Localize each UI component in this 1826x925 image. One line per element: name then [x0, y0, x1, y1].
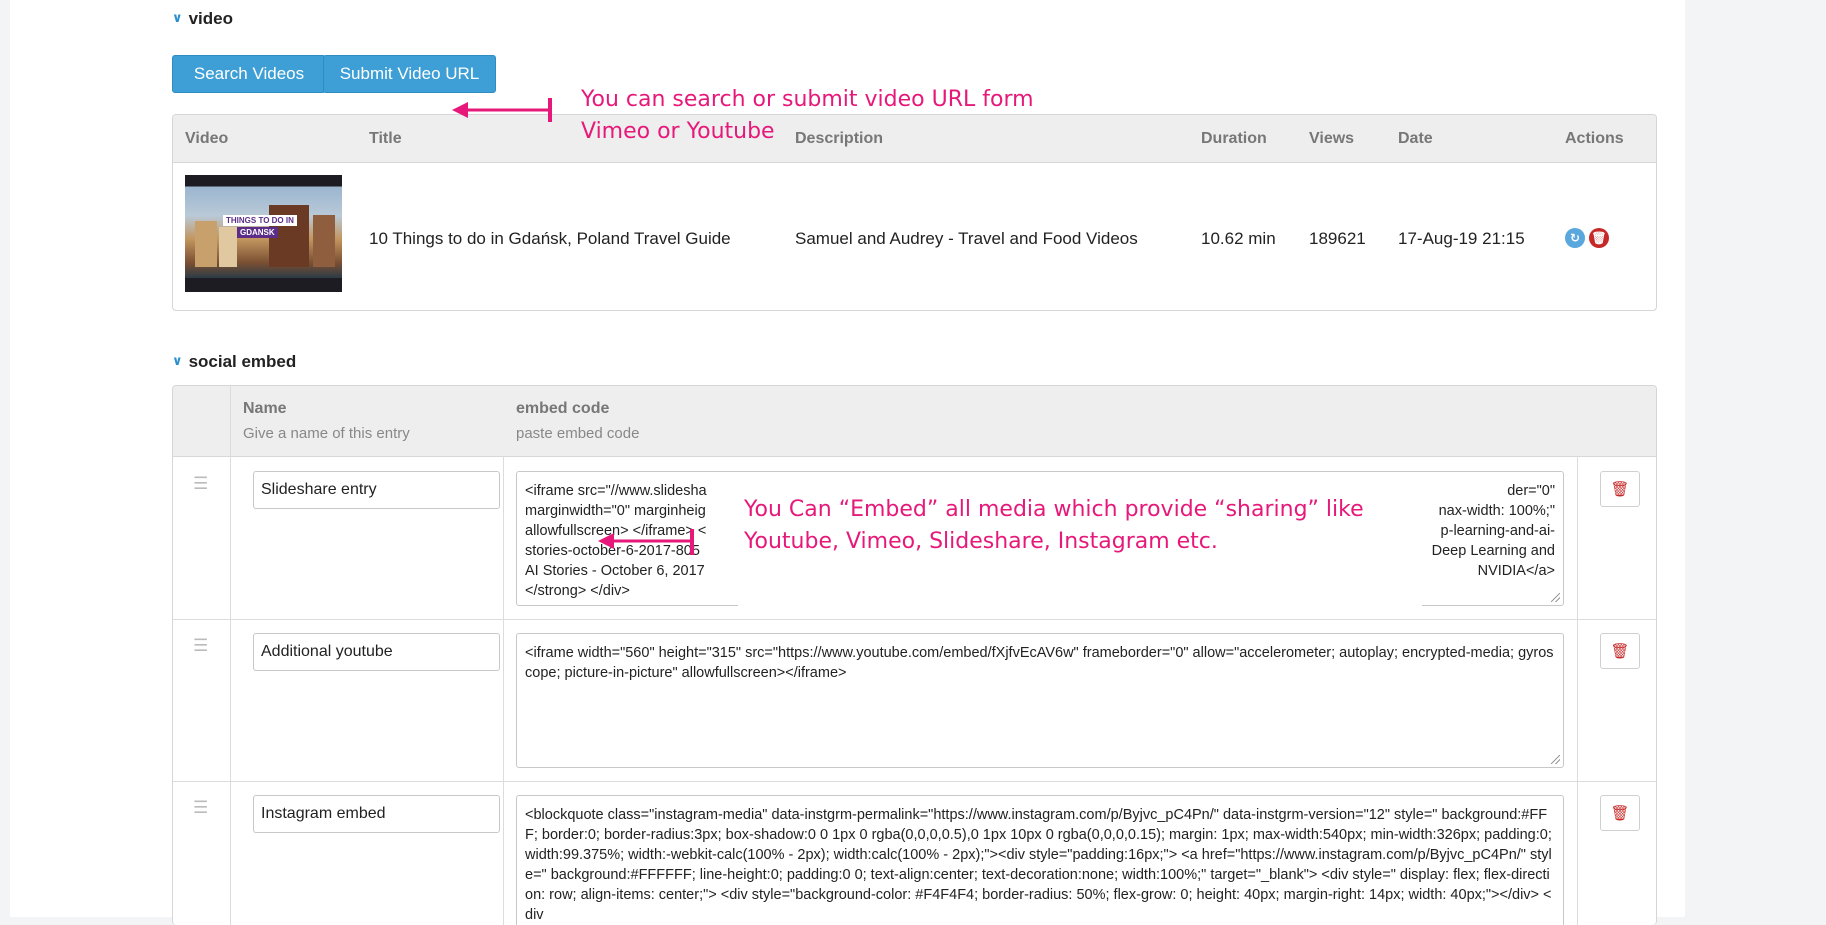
divider [230, 386, 231, 925]
delete-entry-button[interactable]: 🗑 [1600, 633, 1640, 669]
video-date: 17-Aug-19 21:15 [1398, 229, 1525, 248]
submit-video-url-button[interactable]: Submit Video URL [323, 55, 496, 93]
drag-handle-icon[interactable]: ☰ [193, 799, 208, 816]
col-video: Video [185, 130, 229, 147]
chevron-down-icon: ∨ [172, 10, 183, 25]
social-table-header: Name Give a name of this entry embed cod… [173, 386, 1656, 457]
annotation-arrow-icon [598, 529, 694, 555]
divider [173, 619, 1656, 620]
col-title: Title [369, 130, 402, 147]
annotation-arrow-icon [452, 98, 552, 122]
video-section-title: video [188, 9, 233, 28]
col-views: Views [1309, 130, 1355, 147]
col-actions: Actions [1565, 130, 1624, 147]
embed-code-text: <iframe width="560" height="315" src="ht… [525, 645, 1554, 681]
social-embed-table: Name Give a name of this entry embed cod… [172, 385, 1657, 925]
video-description: Samuel and Audrey - Travel and Food Vide… [795, 229, 1138, 248]
col-name-label: Name [243, 400, 287, 417]
col-date: Date [1398, 130, 1433, 147]
divider [1577, 456, 1578, 925]
entry-name-input[interactable]: Instagram embed [253, 795, 500, 833]
divider [173, 781, 1656, 782]
resize-handle-icon[interactable] [1551, 593, 1560, 602]
col-name-hint: Give a name of this entry [243, 425, 410, 442]
annotation-video-line2: Vimeo or Youtube [581, 119, 775, 144]
entry-name-input[interactable]: Additional youtube [253, 633, 500, 671]
col-embed: embed code paste embed code [516, 400, 639, 442]
chevron-down-icon: ∨ [172, 353, 183, 368]
embed-code-text-end: der="0" nax-width: 100%;" p-learning-and… [1431, 483, 1555, 579]
delete-icon[interactable]: 🗑 [1589, 228, 1609, 248]
col-embed-label: embed code [516, 400, 610, 417]
video-table-header: Video Title Description Duration Views D… [173, 115, 1656, 163]
resize-handle-icon[interactable] [1551, 755, 1560, 764]
drag-handle-icon[interactable]: ☰ [193, 637, 208, 654]
embed-code-textarea[interactable]: <iframe width="560" height="315" src="ht… [516, 633, 1564, 768]
delete-entry-button[interactable]: 🗑 [1600, 795, 1640, 831]
social-section-header[interactable]: ∨ social embed [172, 352, 296, 372]
thumbnail-caption: THINGS TO DO IN [223, 215, 297, 226]
annotation-video-line1: You can search or submit video URL form [581, 87, 1034, 112]
embed-code-textarea[interactable]: <blockquote class="instagram-media" data… [516, 795, 1564, 925]
video-section-header[interactable]: ∨ video [172, 9, 233, 29]
annotation-embed-line2: Youtube, Vimeo, Slideshare, Instagram et… [744, 529, 1218, 554]
thumbnail-caption-city: GDANSK [237, 227, 278, 238]
trash-icon: 🗑 [1610, 805, 1630, 822]
col-description: Description [795, 130, 884, 147]
video-table: Video Title Description Duration Views D… [172, 114, 1657, 311]
annotation-embed-line1: You Can “Embed” all media which provide … [744, 497, 1364, 522]
col-name: Name Give a name of this entry [243, 400, 410, 442]
col-embed-hint: paste embed code [516, 425, 640, 442]
drag-handle-icon[interactable]: ☰ [193, 475, 208, 492]
social-section-title: social embed [188, 352, 297, 371]
col-duration: Duration [1201, 130, 1267, 147]
refresh-icon[interactable]: ↻ [1565, 228, 1585, 248]
video-views: 189621 [1309, 229, 1366, 248]
delete-entry-button[interactable]: 🗑 [1600, 471, 1640, 507]
embed-code-text: <blockquote class="instagram-media" data… [525, 807, 1552, 923]
trash-icon: 🗑 [1610, 643, 1630, 660]
page-content: ∨ video Search Videos Submit Video URL V… [10, 0, 1685, 925]
video-thumbnail[interactable]: THINGS TO DO IN GDANSK [185, 175, 342, 292]
entry-name-input[interactable]: Slideshare entry [253, 471, 500, 509]
trash-icon: 🗑 [1610, 481, 1630, 498]
divider [503, 456, 504, 925]
video-title: 10 Things to do in Gdańsk, Poland Travel… [369, 229, 731, 248]
video-duration: 10.62 min [1201, 229, 1276, 248]
search-videos-button[interactable]: Search Videos [172, 55, 326, 93]
